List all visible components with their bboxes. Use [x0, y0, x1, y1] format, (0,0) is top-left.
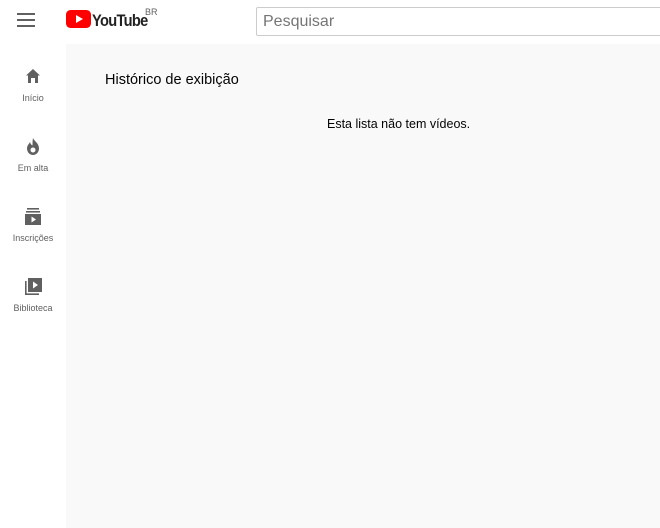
sidebar-item-trending[interactable]: Em alta: [0, 114, 66, 174]
main-content: Histórico de exibição Esta lista não tem…: [66, 44, 660, 528]
logo-country-code: BR: [145, 7, 158, 17]
logo-wordmark: YouTube: [92, 11, 148, 30]
page-title: Histórico de exibição: [105, 72, 239, 88]
youtube-play-icon: [66, 9, 91, 33]
youtube-logo[interactable]: YouTube BR: [66, 7, 158, 33]
sidebar-item-label: Inscrições: [12, 233, 54, 243]
hamburger-menu-icon: [17, 12, 35, 32]
sidebar-item-label: Em alta: [17, 163, 49, 173]
library-icon: [23, 276, 43, 296]
home-icon: [23, 66, 43, 86]
search-input[interactable]: [256, 7, 660, 36]
guide-menu-button[interactable]: [14, 12, 38, 32]
sidebar-item-label: Biblioteca: [13, 303, 53, 313]
sidebar-item-subscriptions[interactable]: Inscrições: [0, 184, 66, 244]
sidebar-item-home[interactable]: Início: [0, 44, 66, 104]
subscriptions-icon: [23, 206, 43, 226]
empty-list-message: Esta lista não tem vídeos.: [327, 117, 471, 131]
mini-guide-sidebar: Início Em alta Inscrições Biblioteca: [0, 44, 66, 528]
masthead: YouTube BR: [0, 0, 660, 44]
sidebar-item-library[interactable]: Biblioteca: [0, 254, 66, 314]
trending-icon: [23, 136, 43, 156]
sidebar-item-label: Início: [22, 93, 44, 103]
